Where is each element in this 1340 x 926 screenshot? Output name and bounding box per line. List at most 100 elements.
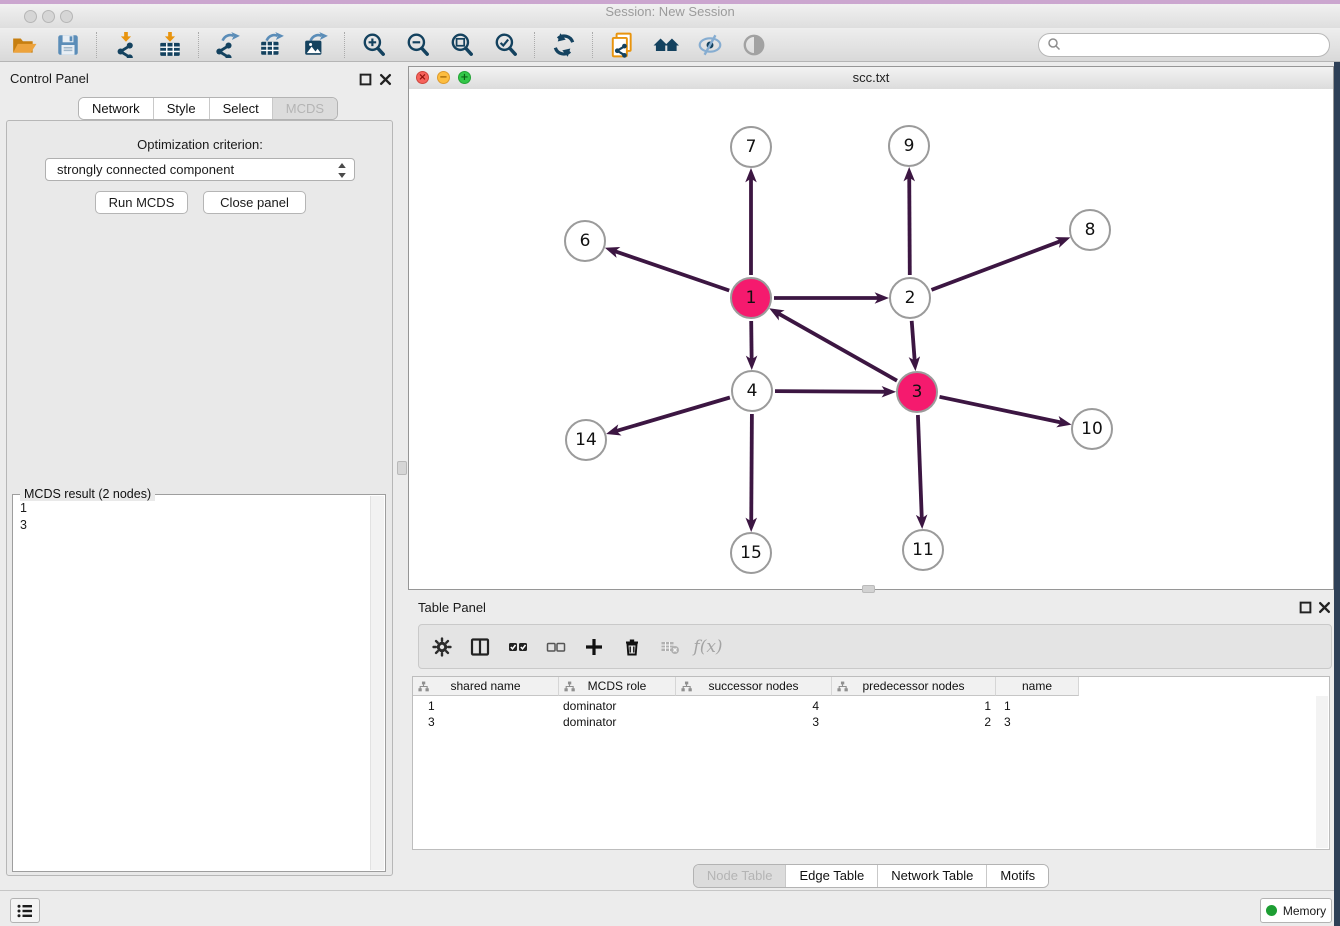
edge-4-3[interactable]: [775, 391, 891, 392]
graph-node-15[interactable]: 15: [730, 532, 772, 574]
graph-node-8[interactable]: 8: [1069, 209, 1111, 251]
export-network-button[interactable]: [210, 29, 246, 61]
table-cell[interactable]: 3: [676, 714, 832, 730]
node-table: shared nameMCDS rolesuccessor nodesprede…: [412, 676, 1330, 850]
tab-node-table[interactable]: Node Table: [694, 865, 787, 887]
graph-node-2[interactable]: 2: [889, 277, 931, 319]
graph-node-3[interactable]: 3: [896, 371, 938, 413]
import-network-button[interactable]: [108, 29, 144, 61]
memory-button[interactable]: Memory: [1260, 898, 1332, 923]
vertical-splitter-handle[interactable]: [397, 461, 407, 475]
sort-icon: [564, 681, 575, 695]
column-header-shared-name[interactable]: shared name: [413, 677, 559, 696]
column-header-name[interactable]: name: [996, 677, 1079, 696]
table-cell[interactable]: dominator: [559, 698, 676, 714]
window-title: Session: New Session: [0, 4, 1340, 19]
table-cell[interactable]: 3: [413, 714, 559, 730]
tab-style[interactable]: Style: [154, 98, 210, 119]
table-cell[interactable]: 1: [413, 698, 559, 714]
task-history-button[interactable]: [10, 898, 40, 923]
table-panel-close-icon[interactable]: [1318, 601, 1331, 614]
delete-table-button: [655, 632, 685, 662]
zoom-in-button[interactable]: [356, 29, 392, 61]
search-input[interactable]: [1061, 37, 1315, 54]
add-row-button[interactable]: [579, 632, 609, 662]
control-panel-tabs: NetworkStyleSelectMCDS: [78, 97, 338, 120]
column-header-predecessor-nodes[interactable]: predecessor nodes: [832, 677, 996, 696]
select-all-button[interactable]: [503, 632, 533, 662]
result-scrollbar[interactable]: [370, 496, 384, 870]
desktop-edge-right: [1334, 62, 1340, 926]
zoom-fit-button[interactable]: [444, 29, 480, 61]
tab-mcds[interactable]: MCDS: [273, 98, 337, 119]
function-builder-button: f(x): [693, 632, 723, 662]
network-window-titlebar[interactable]: × − + scc.txt: [409, 67, 1333, 90]
graph-node-9[interactable]: 9: [888, 125, 930, 167]
import-table-button[interactable]: [152, 29, 188, 61]
edge-3-1[interactable]: [774, 311, 897, 381]
optimization-criterion-dropdown[interactable]: strongly connected component: [45, 158, 355, 181]
export-table-button[interactable]: [254, 29, 290, 61]
edge-2-9[interactable]: [909, 172, 910, 275]
tab-network[interactable]: Network: [79, 98, 154, 119]
edge-1-4[interactable]: [751, 321, 752, 365]
edge-3-11[interactable]: [918, 415, 922, 524]
graph-node-1[interactable]: 1: [730, 277, 772, 319]
table-cell[interactable]: 2: [832, 714, 996, 730]
tab-network-table[interactable]: Network Table: [878, 865, 987, 887]
graph-node-14[interactable]: 14: [565, 419, 607, 461]
graph-node-11[interactable]: 11: [902, 529, 944, 571]
table-panel-float-icon[interactable]: [1299, 601, 1312, 614]
graph-node-4[interactable]: 4: [731, 370, 773, 412]
edge-3-10[interactable]: [940, 397, 1067, 424]
edge-1-6[interactable]: [610, 249, 730, 290]
sort-icon: [681, 681, 692, 695]
run-mcds-button[interactable]: Run MCDS: [95, 191, 188, 214]
home-button[interactable]: [648, 29, 684, 61]
mcds-result-text[interactable]: 1 3: [14, 496, 370, 870]
tab-motifs[interactable]: Motifs: [987, 865, 1048, 887]
edge-4-15[interactable]: [751, 414, 752, 527]
table-cell[interactable]: 1: [832, 698, 996, 714]
zoom-selected-button[interactable]: [488, 29, 524, 61]
delete-row-button[interactable]: [617, 632, 647, 662]
edge-2-8[interactable]: [932, 239, 1066, 290]
control-panel-float-icon[interactable]: [359, 73, 372, 86]
horizontal-splitter-handle[interactable]: [862, 585, 875, 593]
table-cell[interactable]: 1: [996, 698, 1079, 714]
zoom-out-button[interactable]: [400, 29, 436, 61]
graph-node-7[interactable]: 7: [730, 126, 772, 168]
edge-2-3[interactable]: [912, 321, 915, 366]
control-panel-close-icon[interactable]: [379, 73, 392, 86]
column-header-successor-nodes[interactable]: successor nodes: [676, 677, 832, 696]
hide-graphics-details-button[interactable]: [692, 29, 728, 61]
control-panel-title: Control Panel: [10, 71, 89, 86]
save-session-button[interactable]: [50, 29, 86, 61]
refresh-button[interactable]: [546, 29, 582, 61]
search-box[interactable]: [1038, 33, 1330, 57]
table-cell[interactable]: 3: [996, 714, 1079, 730]
table-cell[interactable]: dominator: [559, 714, 676, 730]
settings-button[interactable]: [427, 632, 457, 662]
tab-edge-table[interactable]: Edge Table: [786, 865, 878, 887]
export-image-button[interactable]: [298, 29, 334, 61]
table-cell[interactable]: 4: [676, 698, 832, 714]
graph-node-6[interactable]: 6: [564, 220, 606, 262]
network-from-file-button[interactable]: [604, 29, 640, 61]
close-panel-button[interactable]: Close panel: [203, 191, 306, 214]
network-canvas[interactable]: 7 9 6 8 1 2 4 3 14 10 15 11: [409, 89, 1333, 589]
tab-select[interactable]: Select: [210, 98, 273, 119]
column-header-MCDS-role[interactable]: MCDS role: [559, 677, 676, 696]
application-window: Session: New Session Control Panel Netwo…: [0, 0, 1340, 926]
split-view-button[interactable]: [465, 632, 495, 662]
show-graphics-details-icon: [741, 32, 767, 58]
edge-4-14[interactable]: [611, 398, 730, 433]
add-row-icon: [584, 637, 604, 657]
deselect-all-button[interactable]: [541, 632, 571, 662]
table-scrollbar[interactable]: [1316, 696, 1328, 848]
toolbar-separator: [344, 32, 346, 58]
open-file-button[interactable]: [6, 29, 42, 61]
network-view-window: × − + scc.txt 7 9 6 8 1 2 4 3 14 10 15 11: [408, 66, 1334, 590]
show-graphics-details-button[interactable]: [736, 29, 772, 61]
graph-node-10[interactable]: 10: [1071, 408, 1113, 450]
